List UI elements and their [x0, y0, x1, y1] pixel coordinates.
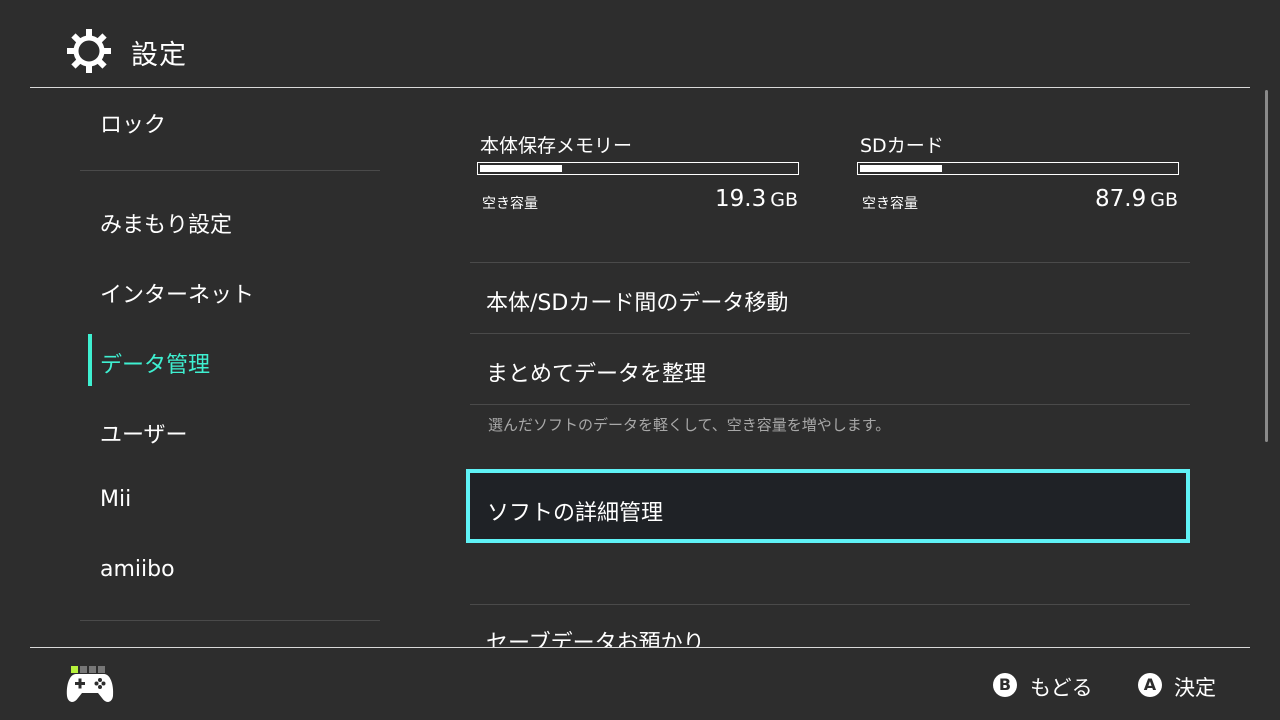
- active-indicator: [88, 334, 92, 386]
- system-free-value: 19.3 GB: [715, 186, 798, 212]
- sd-free-label: 空き容量: [862, 196, 918, 212]
- system-memory-label: 本体保存メモリー: [480, 135, 633, 157]
- software-management-button[interactable]: ソフトの詳細管理: [466, 469, 1190, 543]
- sidebar-item-users[interactable]: ユーザー: [100, 417, 188, 449]
- a-button-icon[interactable]: A: [1138, 673, 1162, 697]
- row-divider: [470, 604, 1190, 605]
- sd-free-value: 87.9 GB: [1095, 186, 1178, 212]
- sidebar-item-mii[interactable]: Mii: [100, 487, 131, 512]
- system-free-label: 空き容量: [482, 196, 538, 212]
- sidebar: ロック みまもり設定 インターネット データ管理 ユーザー Mii amiibo: [0, 88, 410, 647]
- ok-button-label[interactable]: 決定: [1174, 672, 1216, 702]
- organize-data-button[interactable]: まとめてデータを整理: [486, 356, 706, 388]
- back-button-label[interactable]: もどる: [1030, 672, 1093, 702]
- row-divider: [470, 262, 1190, 263]
- sidebar-item-data-management[interactable]: データ管理: [100, 347, 210, 379]
- sd-card-label: SDカード: [860, 135, 944, 157]
- sidebar-item-amiibo[interactable]: amiibo: [100, 557, 175, 582]
- controller-icon: [66, 674, 114, 702]
- gear-icon: [67, 29, 111, 73]
- move-data-button[interactable]: 本体/SDカード間のデータ移動: [486, 285, 788, 317]
- sd-card-bar-fill: [860, 165, 942, 172]
- software-management-label: ソフトの詳細管理: [487, 501, 664, 526]
- row-divider: [470, 333, 1190, 334]
- b-button-icon[interactable]: B: [993, 673, 1017, 697]
- sidebar-item-internet[interactable]: インターネット: [100, 277, 254, 309]
- scrollbar[interactable]: [1265, 90, 1268, 442]
- footer: B もどる A 決定: [0, 648, 1280, 720]
- sidebar-divider: [80, 620, 380, 621]
- main-content: 本体保存メモリー 空き容量 19.3 GB SDカード 空き容量 87.9 GB 本…: [410, 88, 1270, 647]
- sidebar-item-lock[interactable]: ロック: [100, 107, 166, 139]
- page-title: 設定: [131, 40, 187, 71]
- row-divider: [470, 404, 1190, 405]
- organize-hint-text: 選んだソフトのデータを軽くして、空き容量を増やします。: [488, 416, 891, 434]
- sidebar-divider: [80, 170, 380, 171]
- system-memory-bar: [477, 162, 799, 175]
- header: 設定: [0, 0, 1280, 88]
- sd-card-bar: [857, 162, 1179, 175]
- save-data-cloud-button[interactable]: セーブデータお預かり: [486, 625, 705, 647]
- sidebar-item-parental-controls[interactable]: みまもり設定: [100, 207, 232, 239]
- system-memory-bar-fill: [480, 165, 562, 172]
